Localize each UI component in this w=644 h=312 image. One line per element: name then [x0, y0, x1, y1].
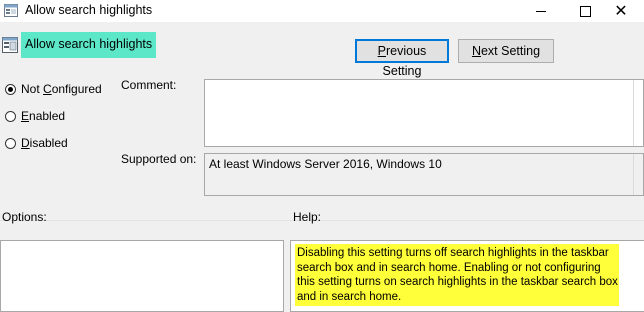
close-button[interactable]: ✕: [598, 0, 644, 22]
radio-disabled[interactable]: Disabled: [5, 136, 68, 150]
radio-label-disabled: Disabled: [21, 136, 68, 150]
help-pane[interactable]: Disabling this setting turns off search …: [290, 240, 644, 312]
radio-circle[interactable]: [5, 110, 16, 122]
minimize-icon: [536, 10, 546, 12]
maximize-icon: [579, 5, 591, 17]
comment-label: Comment:: [121, 78, 177, 92]
options-label: Options:: [2, 210, 47, 224]
previous-setting-button[interactable]: Previous Setting: [355, 39, 449, 78]
title-bar: Allow search highlights ✕: [0, 0, 644, 22]
supported-on-scrollbar[interactable]: [633, 154, 643, 195]
section-divider: [0, 220, 644, 221]
comment-field[interactable]: [204, 79, 644, 147]
radio-label-enabled: Enabled: [21, 109, 66, 123]
options-pane[interactable]: [0, 240, 284, 312]
previous-setting-label: Previous Setting: [377, 44, 427, 78]
supported-on-value: At least Windows Server 2016, Windows 10: [209, 157, 442, 171]
policy-setting-icon: [2, 37, 18, 53]
help-label: Help:: [293, 210, 322, 224]
supported-on-label: Supported on:: [121, 152, 197, 166]
policy-window-icon: [4, 4, 18, 17]
radio-enabled[interactable]: Enabled: [5, 109, 65, 123]
policy-name-label: Allow search highlights: [21, 32, 156, 58]
window-title: Allow search highlights: [25, 3, 153, 17]
radio-circle-checked[interactable]: [5, 83, 16, 95]
supported-on-field: At least Windows Server 2016, Windows 10: [204, 153, 644, 196]
comment-scrollbar[interactable]: [633, 80, 643, 146]
next-setting-label: Next Setting: [471, 44, 541, 58]
help-text: Disabling this setting turns off search …: [295, 244, 619, 306]
radio-not-configured[interactable]: Not Configured: [5, 82, 102, 96]
next-setting-button[interactable]: Next Setting: [458, 39, 554, 63]
close-icon: ✕: [614, 1, 628, 20]
radio-label-not-configured: Not Configured: [21, 82, 102, 96]
radio-circle[interactable]: [5, 137, 16, 149]
minimize-button[interactable]: [518, 0, 564, 22]
